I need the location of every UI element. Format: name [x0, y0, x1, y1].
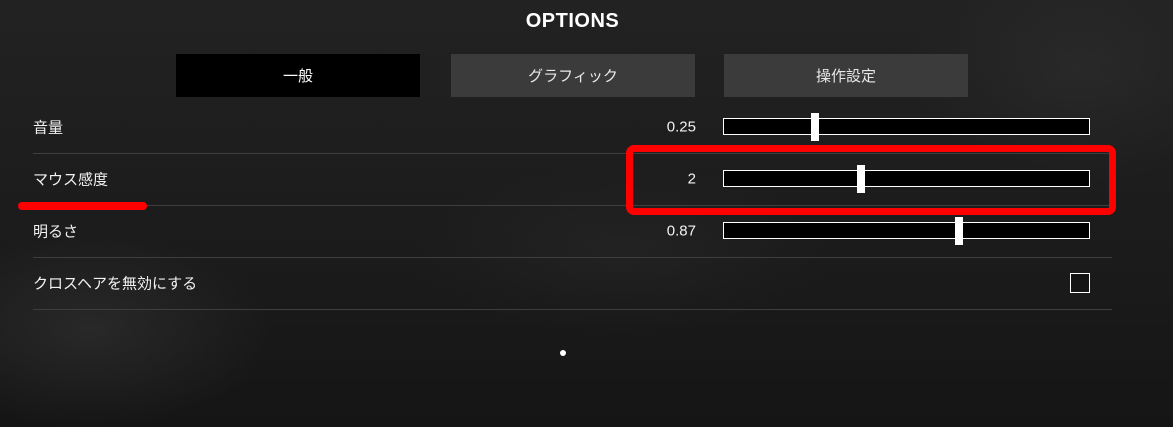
setting-row-mouse-sensitivity: マウス感度 2 — [33, 153, 1112, 206]
setting-row-volume: 音量 0.25 — [33, 101, 1112, 154]
disable-crosshair-checkbox[interactable] — [1070, 273, 1090, 293]
tab-general[interactable]: 一般 — [176, 54, 420, 97]
mouse-sensitivity-label: マウス感度 — [33, 170, 109, 189]
volume-slider-thumb[interactable] — [811, 113, 820, 141]
volume-slider[interactable] — [723, 113, 1090, 141]
mouse-sensitivity-slider[interactable] — [723, 165, 1090, 193]
setting-row-brightness: 明るさ 0.87 — [33, 205, 1112, 258]
volume-label: 音量 — [33, 118, 64, 137]
brightness-label: 明るさ — [33, 222, 79, 241]
brightness-slider-thumb[interactable] — [955, 217, 964, 245]
tab-graphics-label: グラフィック — [528, 67, 618, 85]
brightness-slider[interactable] — [723, 217, 1090, 245]
disable-crosshair-label: クロスヘアを無効にする — [33, 274, 198, 293]
tab-controls-label: 操作設定 — [815, 67, 876, 85]
mouse-sensitivity-value: 2 — [687, 170, 696, 188]
setting-row-disable-crosshair: クロスヘアを無効にする — [33, 257, 1112, 310]
volume-value: 0.25 — [666, 118, 696, 136]
cursor-dot — [560, 350, 566, 356]
brightness-value: 0.87 — [666, 222, 696, 240]
mouse-sensitivity-slider-thumb[interactable] — [856, 165, 865, 193]
tab-general-label: 一般 — [282, 67, 313, 85]
tab-graphics[interactable]: グラフィック — [451, 54, 695, 97]
tab-controls[interactable]: 操作設定 — [724, 54, 968, 97]
options-panel: OPTIONS 一般 グラフィック 操作設定 音量 0.25 マウス感度 2 明… — [33, 0, 1112, 427]
page-title: OPTIONS — [525, 10, 620, 32]
